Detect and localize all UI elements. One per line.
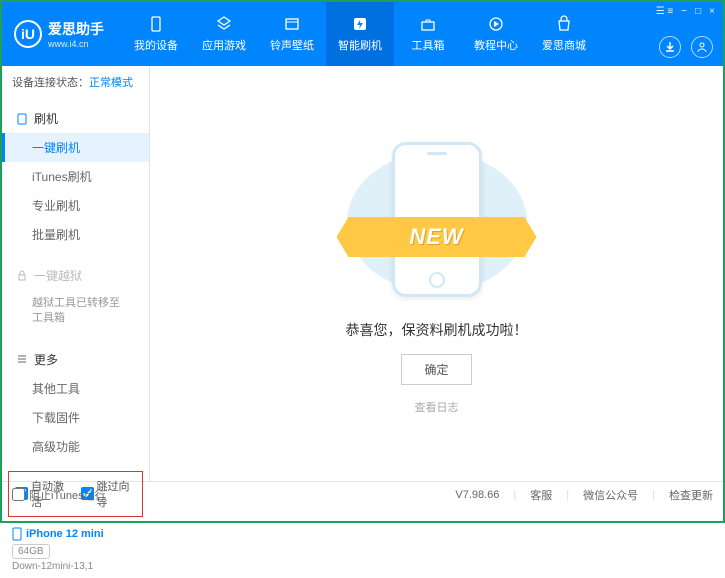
nav-shop[interactable]: 爱思商城 [530, 2, 598, 66]
nav-apps[interactable]: 应用游戏 [190, 2, 258, 66]
app-url: www.i4.cn [48, 39, 104, 49]
main-content: NEW 恭喜您，保资料刷机成功啦！ 确定 查看日志 [150, 66, 723, 481]
app-name: 爱思助手 [48, 19, 104, 39]
lock-icon [16, 270, 28, 282]
check-update-link[interactable]: 检查更新 [669, 487, 713, 503]
phone-icon [147, 15, 165, 33]
success-message: 恭喜您，保资料刷机成功啦！ [346, 320, 528, 340]
service-link[interactable]: 客服 [530, 487, 552, 503]
flash-icon [351, 15, 369, 33]
sidebar-item-more-1[interactable]: 下载固件 [2, 403, 149, 432]
sidebar-more-header[interactable]: 更多 [2, 345, 149, 374]
toolbox-icon [419, 15, 437, 33]
nav-label: 铃声壁纸 [270, 37, 314, 53]
version-label: V7.98.66 [455, 489, 499, 501]
list-icon [16, 353, 28, 365]
block-itunes-label: 阻止iTunes运行 [29, 487, 106, 503]
nav-flash[interactable]: 智能刷机 [326, 2, 394, 66]
phone-icon [16, 113, 28, 125]
tutorial-icon [487, 15, 505, 33]
minimize-icon[interactable]: − [681, 6, 687, 17]
sidebar-item-more-0[interactable]: 其他工具 [2, 374, 149, 403]
menu-icon[interactable]: ☰ ≡ [656, 6, 674, 17]
download-icon[interactable] [659, 36, 681, 58]
sidebar: 设备连接状态：正常模式 刷机 一键刷机iTunes刷机专业刷机批量刷机 一键越狱… [2, 66, 150, 481]
status-value: 正常模式 [89, 77, 133, 89]
new-ribbon: NEW [337, 217, 537, 257]
logo-icon: iU [14, 20, 42, 48]
window-controls: ☰ ≡ − □ × [656, 6, 715, 17]
device-info[interactable]: iPhone 12 mini 64GB Down-12mini-13,1 [2, 521, 149, 578]
view-log-link[interactable]: 查看日志 [415, 399, 459, 415]
top-nav: 我的设备 应用游戏 铃声壁纸 智能刷机 工具箱 教程中心 爱思商城 [122, 2, 711, 66]
sidebar-item-more-2[interactable]: 高级功能 [2, 432, 149, 461]
flash-title: 刷机 [34, 110, 58, 127]
block-itunes-checkbox[interactable]: 阻止iTunes运行 [12, 487, 106, 503]
nav-tutorial[interactable]: 教程中心 [462, 2, 530, 66]
sidebar-jailbreak-header: 一键越狱 [2, 261, 149, 290]
nav-label: 我的设备 [134, 37, 178, 53]
shop-icon [555, 15, 573, 33]
nav-label: 爱思商城 [542, 37, 586, 53]
connection-status: 设备连接状态：正常模式 [2, 66, 149, 98]
nav-label: 应用游戏 [202, 37, 246, 53]
maximize-icon[interactable]: □ [695, 6, 701, 17]
device-storage: 64GB [12, 544, 50, 559]
nav-label: 智能刷机 [338, 37, 382, 53]
logo: iU 爱思助手 www.i4.cn [14, 19, 122, 49]
more-title: 更多 [34, 351, 58, 368]
nav-label: 教程中心 [474, 37, 518, 53]
device-firmware: Down-12mini-13,1 [12, 561, 139, 572]
device-icon [12, 527, 22, 541]
nav-label: 工具箱 [412, 37, 445, 53]
ok-button[interactable]: 确定 [401, 354, 471, 385]
close-icon[interactable]: × [709, 6, 715, 17]
sidebar-item-flash-2[interactable]: 专业刷机 [2, 191, 149, 220]
nav-toolbox[interactable]: 工具箱 [394, 2, 462, 66]
sidebar-item-flash-1[interactable]: iTunes刷机 [2, 162, 149, 191]
wechat-link[interactable]: 微信公众号 [583, 487, 638, 503]
jailbreak-title: 一键越狱 [34, 267, 82, 284]
device-name: iPhone 12 mini [12, 527, 139, 541]
status-label: 设备连接状态： [12, 77, 89, 89]
nav-phone[interactable]: 我的设备 [122, 2, 190, 66]
nav-media[interactable]: 铃声壁纸 [258, 2, 326, 66]
app-header: iU 爱思助手 www.i4.cn 我的设备 应用游戏 铃声壁纸 智能刷机 工具箱 教程中… [2, 2, 723, 66]
apps-icon [215, 15, 233, 33]
jailbreak-note: 越狱工具已转移至 工具箱 [2, 290, 149, 333]
sidebar-flash-header[interactable]: 刷机 [2, 104, 149, 133]
media-icon [283, 15, 301, 33]
success-illustration: NEW [337, 132, 537, 302]
user-icon[interactable] [691, 36, 713, 58]
sidebar-item-flash-0[interactable]: 一键刷机 [2, 133, 149, 162]
sidebar-item-flash-3[interactable]: 批量刷机 [2, 220, 149, 249]
